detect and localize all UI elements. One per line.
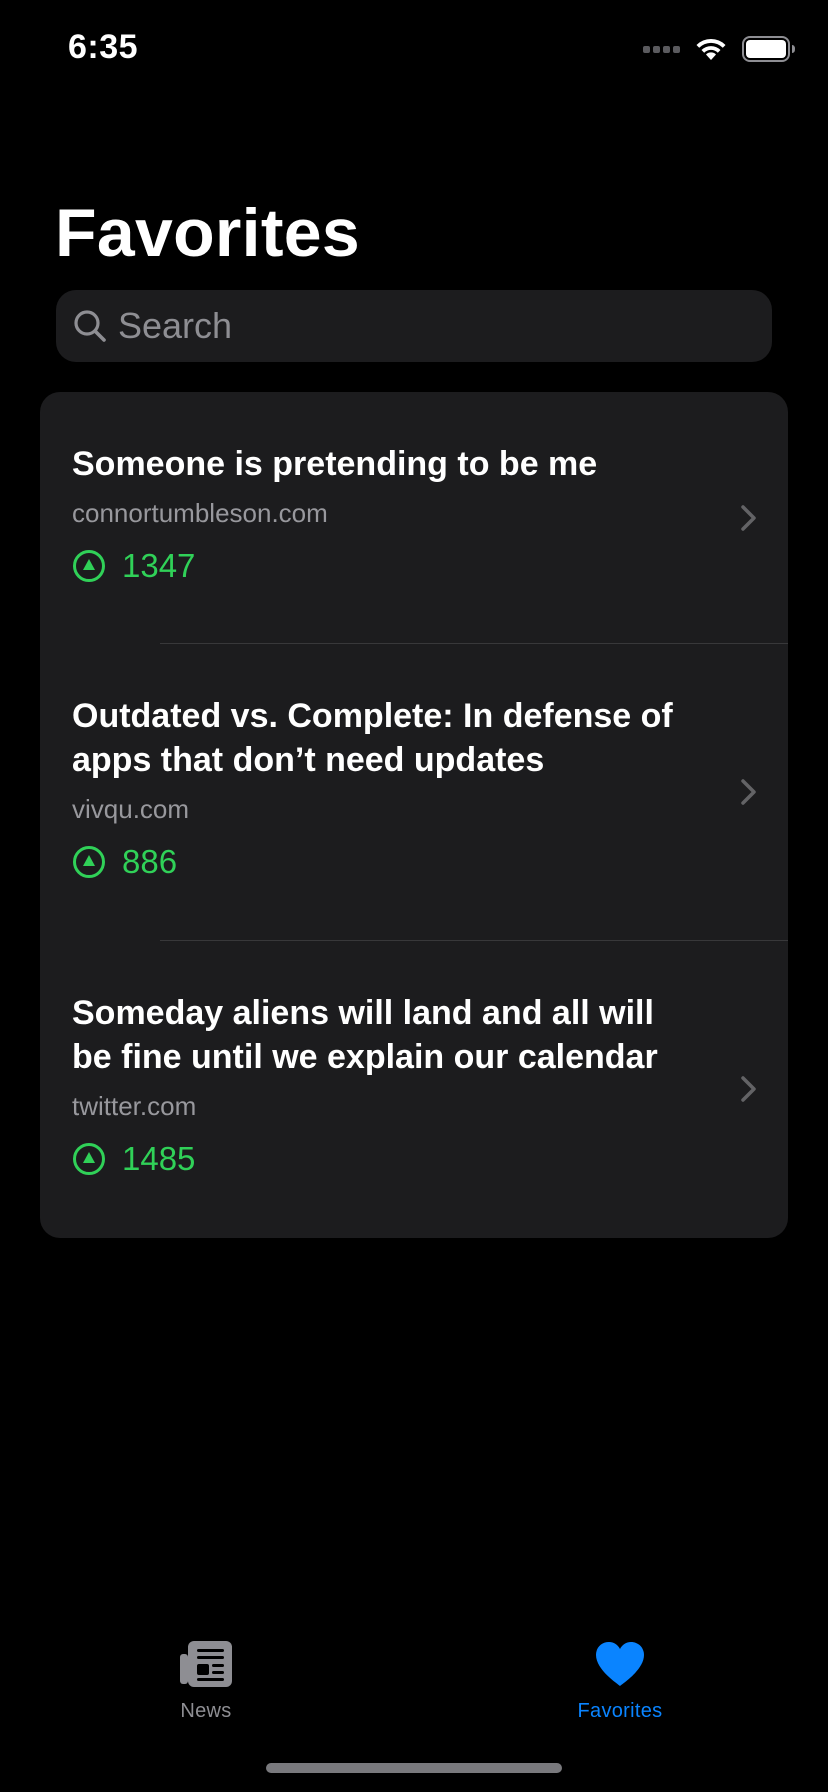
battery-icon xyxy=(742,36,795,62)
tab-bar: News Favorites xyxy=(0,1620,828,1740)
item-title: Someday aliens will land and all will be… xyxy=(72,994,658,1076)
item-score: 1347 xyxy=(72,548,698,584)
divider xyxy=(160,940,788,941)
tab-label: News xyxy=(180,1700,232,1722)
tab-news[interactable]: News xyxy=(126,1638,286,1723)
search-icon xyxy=(74,310,106,342)
item-score: 886 xyxy=(72,844,698,880)
status-time: 6:35 xyxy=(68,28,139,66)
upvote-icon xyxy=(73,1143,105,1175)
divider xyxy=(160,643,788,644)
list-item[interactable]: Outdated vs. Complete: In defense of app… xyxy=(40,694,788,880)
item-title: Outdated vs. Complete: In defense of app… xyxy=(72,697,673,779)
score-value: 886 xyxy=(122,843,178,880)
newspaper-icon xyxy=(180,1641,232,1687)
status-bar: 6:35 xyxy=(0,0,828,100)
search-input[interactable] xyxy=(118,305,718,347)
item-domain: connortumbleson.com xyxy=(72,498,328,528)
page-title: Favorites xyxy=(55,195,361,271)
list-item[interactable]: Someday aliens will land and all will be… xyxy=(40,991,788,1177)
upvote-icon xyxy=(73,846,105,878)
wifi-icon xyxy=(696,38,726,60)
item-domain: twitter.com xyxy=(72,1091,197,1121)
tab-favorites[interactable]: Favorites xyxy=(540,1638,700,1723)
item-title: Someone is pretending to be me xyxy=(72,445,598,483)
status-indicators xyxy=(643,36,796,62)
home-indicator[interactable] xyxy=(266,1763,562,1773)
cellular-signal-icon xyxy=(643,45,680,53)
tab-label: Favorites xyxy=(577,1700,663,1722)
list-item[interactable]: Someone is pretending to be me connortum… xyxy=(40,442,788,584)
score-value: 1347 xyxy=(122,547,196,584)
favorites-list: Someone is pretending to be me connortum… xyxy=(40,392,788,1238)
search-bar[interactable] xyxy=(56,290,772,362)
item-domain: vivqu.com xyxy=(72,794,190,824)
item-score: 1485 xyxy=(72,1141,698,1177)
chevron-right-icon xyxy=(741,505,756,531)
chevron-right-icon xyxy=(741,1076,756,1102)
upvote-icon xyxy=(73,550,105,582)
heart-icon xyxy=(596,1642,644,1686)
chevron-right-icon xyxy=(741,779,756,805)
score-value: 1485 xyxy=(122,1140,196,1177)
